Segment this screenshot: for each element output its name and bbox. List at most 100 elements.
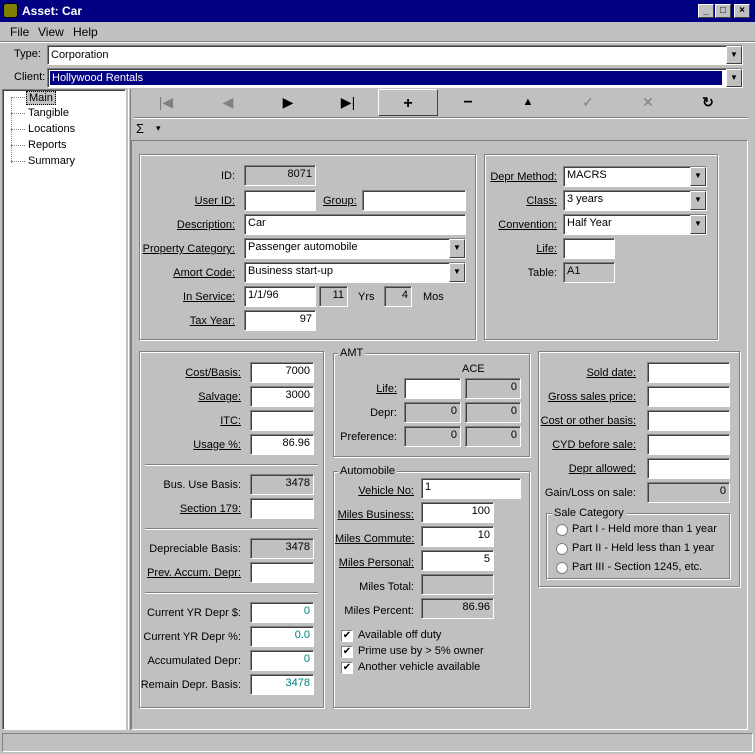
itc-label: ITC:	[220, 415, 241, 427]
miles-commute-field[interactable]: 10	[421, 526, 494, 547]
id-field: 8071	[244, 165, 316, 186]
tax-year-field[interactable]: 97	[244, 310, 316, 331]
tree-item-tangible[interactable]: Tangible	[28, 107, 69, 119]
next-record-button[interactable]: ▶	[258, 89, 318, 116]
up-button[interactable]: ▲	[498, 89, 558, 116]
group-label: Group:	[323, 195, 357, 207]
delete-record-button[interactable]: −	[438, 89, 498, 116]
first-record-button[interactable]: |◀	[136, 89, 196, 116]
cost-other-basis-field[interactable]	[647, 410, 730, 431]
gross-sales-price-label: Gross sales price:	[547, 391, 636, 403]
close-button[interactable]: ×	[734, 4, 750, 18]
status-bar	[2, 733, 753, 752]
menu-help[interactable]: Help	[73, 25, 98, 39]
tree-item-locations[interactable]: Locations	[28, 123, 75, 135]
prev-record-button[interactable]: ◀	[198, 89, 258, 116]
menu-view[interactable]: View	[38, 25, 64, 39]
usage-label: Usage %:	[193, 439, 241, 451]
available-off-duty-checkbox[interactable]: ✔	[341, 630, 353, 642]
part-iii-radio[interactable]	[556, 562, 568, 574]
type-value: Corporation	[51, 49, 109, 61]
client-value: Hollywood Rentals	[52, 72, 144, 84]
miles-total-label: Miles Total:	[359, 581, 414, 593]
add-record-button[interactable]: +	[378, 89, 438, 116]
miles-business-field[interactable]: 100	[421, 502, 494, 523]
usage-field[interactable]: 86.96	[250, 434, 314, 455]
tree-item-summary[interactable]: Summary	[28, 155, 75, 167]
type-label: Type:	[14, 48, 41, 60]
group-field[interactable]	[362, 190, 466, 211]
property-category-label: Property Category:	[142, 243, 235, 255]
description-field[interactable]: Car	[244, 214, 466, 235]
convention-value: Half Year	[567, 217, 612, 229]
part-ii-label: Part II - Held less than 1 year	[572, 542, 715, 554]
amt-life-field[interactable]	[404, 378, 461, 399]
amort-code-dropdown-icon[interactable]: ▼	[449, 263, 465, 282]
post-button[interactable]: ✓	[558, 89, 618, 116]
cost-basis-field[interactable]: 7000	[250, 362, 314, 383]
itc-field[interactable]	[250, 410, 314, 431]
class-label: Class:	[526, 195, 557, 207]
life-field[interactable]	[563, 238, 615, 259]
prev-accum-depr-field[interactable]	[250, 562, 314, 583]
miles-personal-label: Miles Personal:	[338, 557, 414, 569]
current-yr-depr-label: Current YR Depr $:	[147, 607, 241, 619]
part-ii-radio[interactable]	[556, 543, 568, 555]
cyd-before-sale-field[interactable]	[647, 434, 730, 455]
maximize-button[interactable]: □	[715, 4, 731, 18]
years-label: Yrs	[358, 291, 375, 303]
sigma-icon[interactable]: Σ	[136, 121, 144, 136]
client-select[interactable]: Hollywood Rentals ▼	[47, 68, 743, 88]
gain-loss-field: 0	[647, 482, 730, 503]
amt-depr-label: Depr:	[370, 407, 397, 419]
title-bar: Asset: Car _ □ ×	[0, 0, 755, 22]
sigma-dropdown-icon[interactable]: ▾	[156, 123, 161, 134]
another-vehicle-checkbox[interactable]: ✔	[341, 662, 353, 674]
depr-method-select[interactable]: MACRS ▼	[563, 166, 707, 187]
miles-commute-label: Miles Commute:	[335, 533, 415, 545]
minimize-button[interactable]: _	[698, 4, 714, 18]
type-dropdown-icon[interactable]: ▼	[726, 46, 742, 64]
refresh-button[interactable]: ↻	[678, 89, 738, 116]
sold-date-label: Sold date:	[586, 367, 636, 379]
amt-depr-field: 0	[404, 402, 461, 423]
miles-personal-field[interactable]: 5	[421, 550, 494, 571]
client-dropdown-icon[interactable]: ▼	[726, 69, 742, 87]
tax-year-label: Tax Year:	[189, 315, 235, 327]
convention-select[interactable]: Half Year ▼	[563, 214, 707, 235]
property-category-dropdown-icon[interactable]: ▼	[449, 239, 465, 258]
table-label: Table:	[527, 267, 557, 279]
menu-file[interactable]: File	[10, 25, 29, 39]
sale-category-title: Sale Category	[552, 507, 626, 519]
convention-dropdown-icon[interactable]: ▼	[690, 215, 706, 234]
class-dropdown-icon[interactable]: ▼	[690, 191, 706, 210]
available-off-duty-label: Available off duty	[358, 629, 442, 641]
property-category-select[interactable]: Passenger automobile ▼	[244, 238, 466, 259]
amort-code-value: Business start-up	[248, 265, 333, 277]
type-select[interactable]: Corporation ▼	[47, 45, 743, 65]
user-id-field[interactable]	[244, 190, 316, 211]
section-179-field[interactable]	[250, 498, 314, 519]
gross-sales-price-field[interactable]	[647, 386, 730, 407]
class-select[interactable]: 3 years ▼	[563, 190, 707, 211]
table-field: A1	[563, 262, 615, 283]
tree-item-reports[interactable]: Reports	[28, 139, 67, 151]
depreciable-basis-field: 3478	[250, 538, 314, 559]
id-label: ID:	[220, 170, 235, 182]
depr-allowed-field[interactable]	[647, 458, 730, 479]
amort-code-select[interactable]: Business start-up ▼	[244, 262, 466, 283]
ace-preference-field: 0	[465, 426, 521, 447]
part-i-radio[interactable]	[556, 524, 568, 536]
vehicle-no-field[interactable]: 1	[421, 478, 521, 499]
depr-method-dropdown-icon[interactable]: ▼	[690, 167, 706, 186]
bus-use-basis-label: Bus. Use Basis:	[163, 479, 241, 491]
last-record-button[interactable]: ▶|	[318, 89, 378, 116]
sold-date-field[interactable]	[647, 362, 730, 383]
current-yr-depr-pct-label: Current YR Depr %:	[143, 631, 241, 643]
cancel-edit-button[interactable]: ✕	[618, 89, 678, 116]
prime-use-checkbox[interactable]: ✔	[341, 646, 353, 658]
salvage-field[interactable]: 3000	[250, 386, 314, 407]
tree-item-main[interactable]: Main	[26, 91, 56, 105]
vehicle-no-label: Vehicle No:	[358, 485, 414, 497]
in-service-field[interactable]: 1/1/96	[244, 286, 316, 307]
